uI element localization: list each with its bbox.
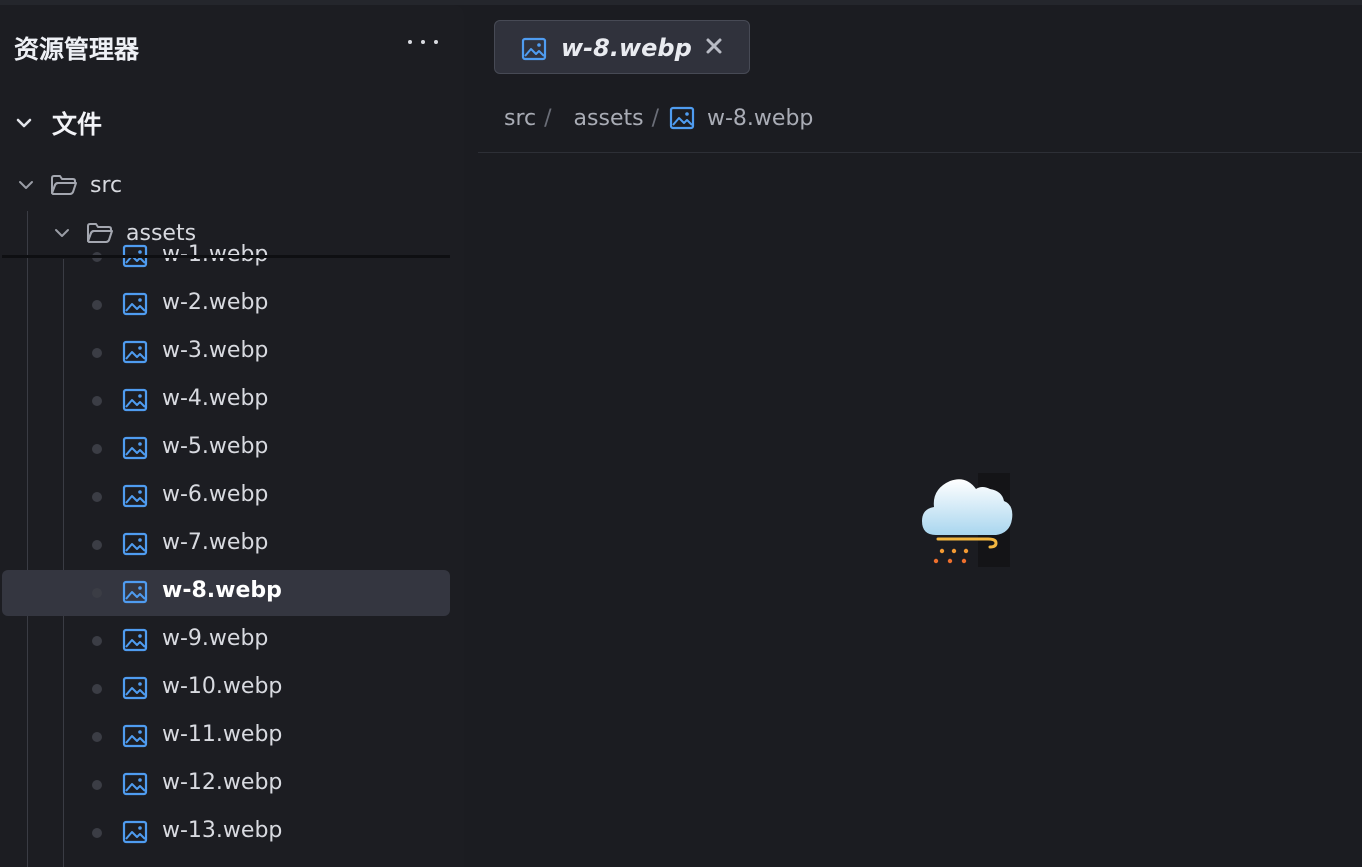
- status-dot: [92, 780, 102, 790]
- file-item[interactable]: w-6.webp: [2, 474, 450, 520]
- breadcrumb: src / assets / w-8.webp: [504, 101, 813, 135]
- file-label: w-10.webp: [162, 674, 283, 699]
- file-item[interactable]: w-8.webp: [2, 570, 450, 616]
- image-file-icon: [122, 676, 148, 700]
- file-label: w-8.webp: [162, 578, 282, 603]
- image-file-icon: [122, 724, 148, 748]
- image-file-icon: [669, 106, 695, 130]
- image-file-icon: [122, 628, 148, 652]
- tab-label: w-8.webp: [561, 34, 692, 62]
- image-file-icon: [122, 388, 148, 412]
- image-file-icon: [122, 772, 148, 796]
- file-label: w-6.webp: [162, 482, 269, 507]
- chevron-down-icon: [19, 181, 33, 189]
- file-item[interactable]: w-1.webp: [2, 239, 450, 280]
- editor-divider: [478, 152, 1362, 153]
- breadcrumb-file[interactable]: w-8.webp: [707, 106, 813, 131]
- image-file-icon: [122, 340, 148, 364]
- file-label: w-3.webp: [162, 338, 269, 363]
- file-label: w-5.webp: [162, 434, 269, 459]
- status-dot: [92, 396, 102, 406]
- file-item[interactable]: w-2.webp: [2, 282, 450, 328]
- explorer-title: 资源管理器: [14, 35, 140, 64]
- file-item[interactable]: w-12.webp: [2, 762, 450, 808]
- explorer-sidebar: 资源管理器 文件 src assets w-1.webpw-2.webpw-3.…: [0, 5, 464, 867]
- sticky-scroll-shadow: [2, 255, 450, 258]
- breadcrumb-assets[interactable]: assets: [574, 106, 644, 131]
- status-dot: [92, 540, 102, 550]
- status-dot: [92, 444, 102, 454]
- ellipsis-icon: [408, 40, 438, 44]
- file-label: w-13.webp: [162, 818, 283, 843]
- status-dot: [92, 828, 102, 838]
- folder-src[interactable]: src: [16, 163, 446, 207]
- more-actions-button[interactable]: [406, 27, 440, 57]
- file-label: w-7.webp: [162, 530, 269, 555]
- status-dot: [92, 492, 102, 502]
- folder-open-icon: [51, 175, 77, 195]
- file-item[interactable]: w-13.webp: [2, 810, 450, 856]
- close-icon[interactable]: [701, 33, 727, 59]
- status-dot: [92, 348, 102, 358]
- file-label: w-4.webp: [162, 386, 269, 411]
- file-item[interactable]: w-7.webp: [2, 522, 450, 568]
- files-section-label: 文件: [52, 110, 103, 139]
- file-list: w-1.webp w-2.webp w-3.webp w-4.webp w-5.webp…: [2, 239, 450, 867]
- breadcrumb-src[interactable]: src: [504, 106, 536, 131]
- image-file-icon: [122, 484, 148, 508]
- file-item[interactable]: w-10.webp: [2, 666, 450, 712]
- file-item[interactable]: w-4.webp: [2, 378, 450, 424]
- status-dot: [92, 300, 102, 310]
- image-file-icon: [122, 436, 148, 460]
- image-file-icon: [122, 292, 148, 316]
- files-section-header[interactable]: 文件: [14, 103, 444, 143]
- image-file-icon: [122, 820, 148, 844]
- file-item[interactable]: w-9.webp: [2, 618, 450, 664]
- breadcrumb-separator: /: [651, 105, 659, 131]
- status-dot: [92, 684, 102, 694]
- image-file-icon: [521, 37, 547, 61]
- breadcrumb-separator: /: [544, 105, 552, 131]
- cloud-snow-wind-icon: [922, 473, 1013, 567]
- tab-w-8-webp[interactable]: w-8.webp: [494, 20, 750, 74]
- status-dot: [92, 588, 102, 598]
- status-dot: [92, 636, 102, 646]
- image-file-icon: [122, 532, 148, 556]
- editor-area: w-8.webp src / assets / w-8.webp: [478, 5, 1362, 867]
- file-item[interactable]: w-11.webp: [2, 714, 450, 760]
- file-label: w-2.webp: [162, 290, 269, 315]
- file-label: w-11.webp: [162, 722, 283, 747]
- file-label: w-9.webp: [162, 626, 269, 651]
- folder-label-src: src: [90, 172, 123, 198]
- status-dot: [92, 732, 102, 742]
- file-label: w-12.webp: [162, 770, 283, 795]
- image-file-icon: [122, 580, 148, 604]
- file-item[interactable]: w-5.webp: [2, 426, 450, 472]
- chevron-down-icon: [16, 118, 32, 128]
- file-item[interactable]: w-3.webp: [2, 330, 450, 376]
